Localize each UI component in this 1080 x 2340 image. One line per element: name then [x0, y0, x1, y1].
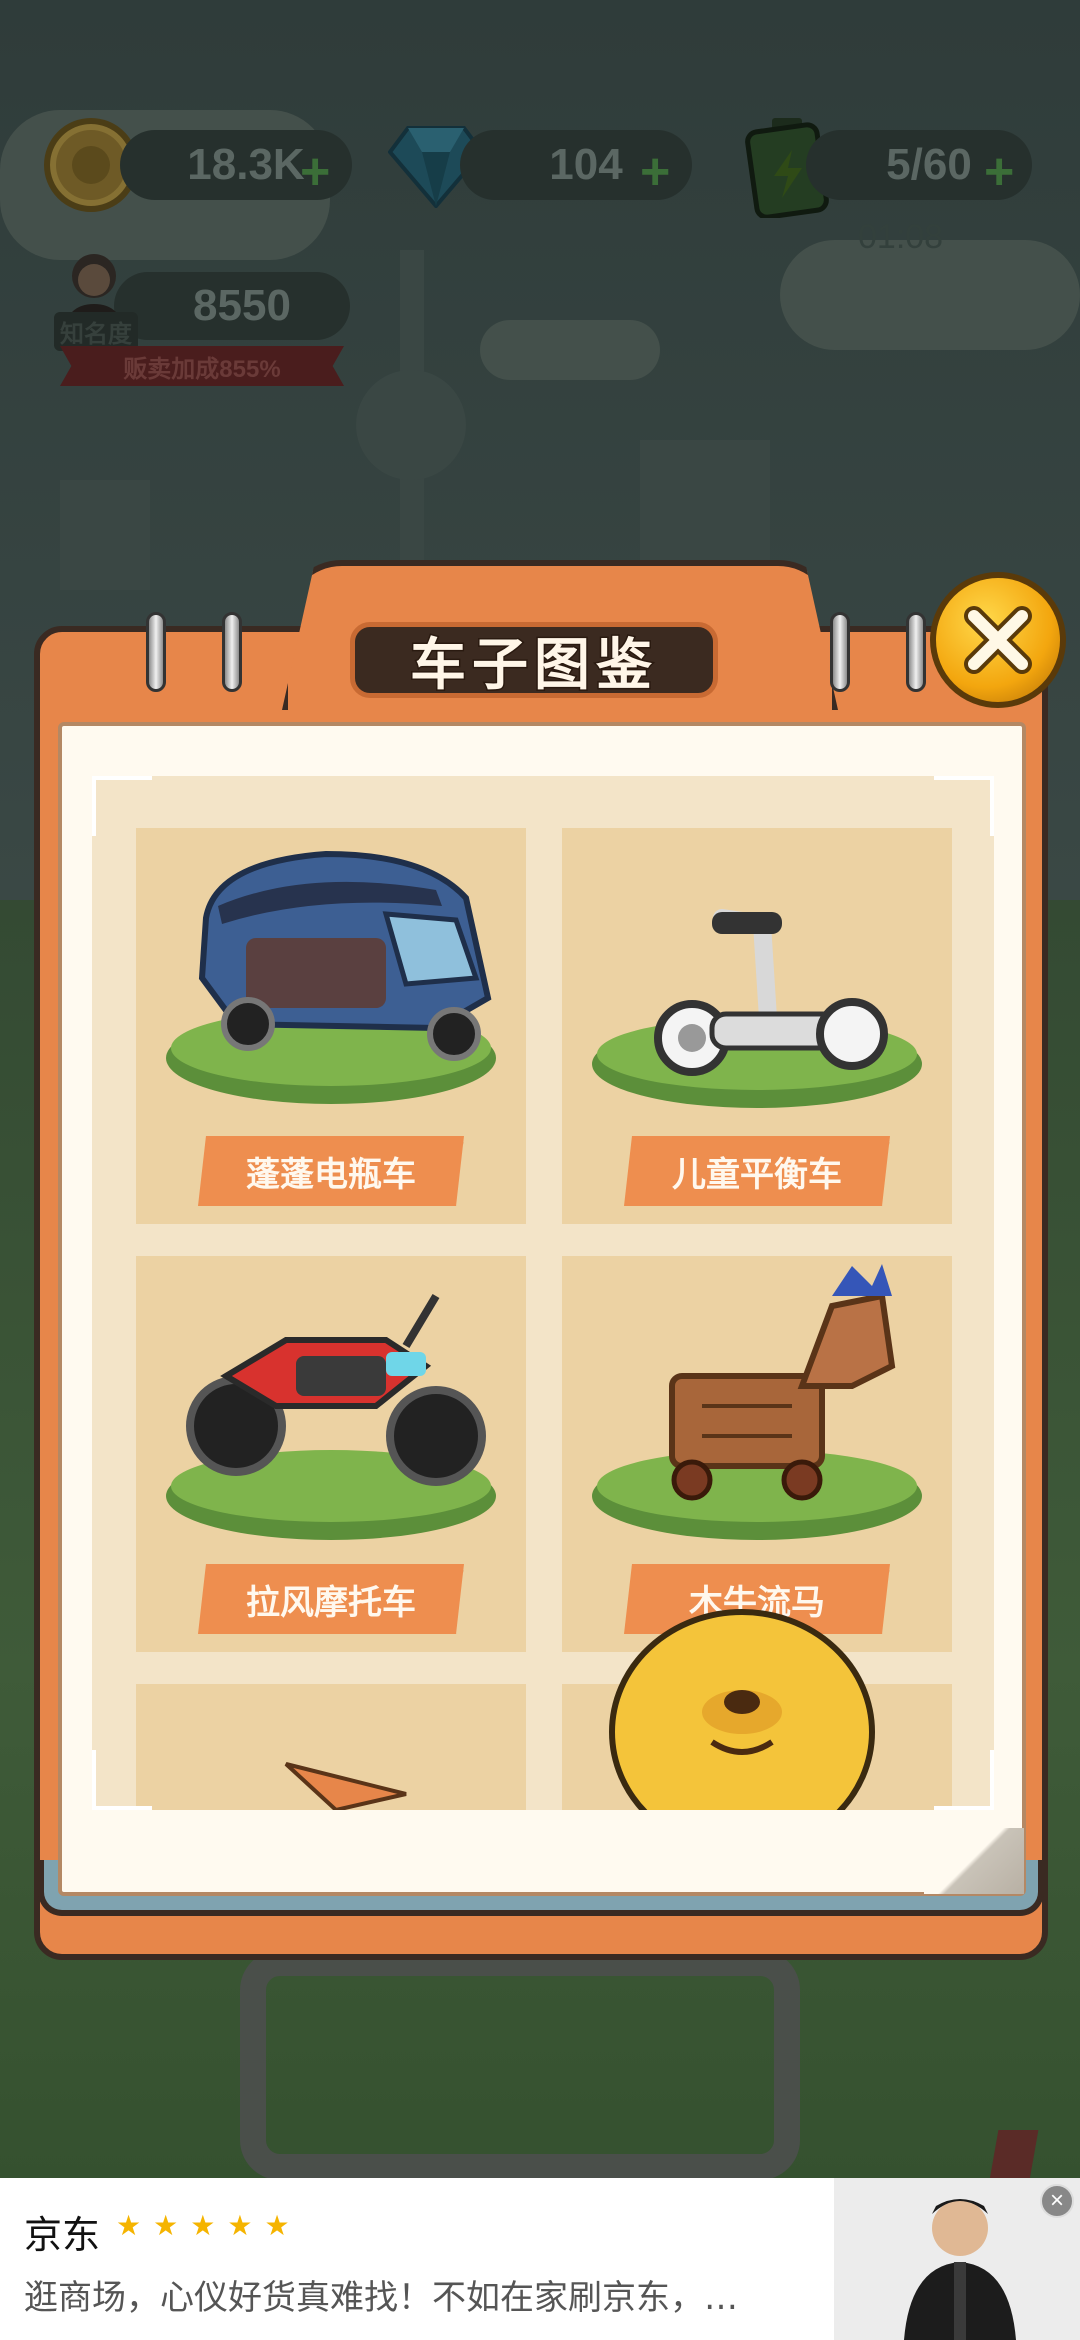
- modal-title: 车子图鉴: [409, 631, 658, 697]
- close-icon: ×: [1049, 2187, 1064, 2214]
- modal-title-plate: 车子图鉴: [350, 622, 718, 698]
- ad-banner[interactable]: 京东 ★ ★ ★ ★ ★ 逛商场，心仪好货真难找！不如在家刷京东，…: [0, 2178, 1080, 2340]
- frame-corner: [92, 1750, 152, 1810]
- vehicle-name: 拉风摩托车: [246, 1583, 416, 1622]
- background-tower-ball: [356, 370, 466, 480]
- star-icon: ★: [264, 2210, 290, 2241]
- vehicle-name-label: 拉风摩托车: [198, 1564, 464, 1634]
- star-icon: ★: [116, 2210, 142, 2241]
- vehicle-name: 蓬蓬电瓶车: [246, 1155, 416, 1194]
- paper-curl: [924, 1828, 1024, 1894]
- coins-value: 18.3K: [187, 140, 305, 189]
- sale-bonus-text: 贩卖加成855%: [123, 355, 281, 383]
- binder-ring: [222, 612, 242, 692]
- background-stone-path: [240, 1950, 800, 2180]
- add-gems-button[interactable]: +: [640, 146, 670, 198]
- bear-balloon-icon: [609, 1609, 875, 1810]
- energy-timer: 01:08: [858, 218, 944, 256]
- background-cloud: [480, 320, 660, 380]
- binder-ring: [146, 612, 166, 692]
- ad-brand: 京东: [24, 2213, 101, 2257]
- vehicle-partial-icon: [284, 1762, 407, 1810]
- segway-icon: [592, 909, 922, 1108]
- star-icon: ★: [153, 2210, 179, 2241]
- fame-label: 知名度: [54, 312, 138, 351]
- close-button[interactable]: [930, 572, 1066, 708]
- vehicle-card-segway[interactable]: 儿童平衡车: [562, 828, 952, 1224]
- fame-counter: 8550: [114, 272, 350, 340]
- tuk-tuk-icon: [166, 850, 496, 1104]
- vehicle-name-label: 蓬蓬电瓶车: [198, 1136, 464, 1206]
- fame-value: 8550: [193, 281, 291, 330]
- collection-grid[interactable]: 蓬蓬电瓶车 儿童平衡车 拉风摩托车 木牛流马: [92, 776, 994, 1810]
- sale-bonus-ribbon: 贩卖加成855%: [60, 346, 344, 386]
- vehicle-card-motorcycle[interactable]: 拉风摩托车: [136, 1256, 526, 1652]
- star-icon: ★: [227, 2210, 253, 2241]
- binder-ring: [906, 612, 926, 692]
- motorcycle-icon: [166, 1293, 496, 1540]
- vehicle-name: 儿童平衡车: [672, 1155, 842, 1194]
- close-x-icon: [964, 606, 1032, 674]
- gems-value: 104: [549, 140, 623, 189]
- ad-close-button[interactable]: ×: [1040, 2184, 1074, 2218]
- energy-value: 5/60: [886, 140, 972, 189]
- vehicle-card-tuk-tuk[interactable]: 蓬蓬电瓶车: [136, 828, 526, 1224]
- frame-corner: [934, 1750, 994, 1810]
- add-coins-button[interactable]: +: [300, 146, 330, 198]
- star-icon: ★: [190, 2210, 216, 2241]
- ad-description: 逛商场，心仪好货真难找！不如在家刷京东，…: [24, 2278, 738, 2318]
- wooden-horse-icon: [592, 1264, 922, 1540]
- vehicle-name-label: 儿童平衡车: [624, 1136, 890, 1206]
- add-energy-button[interactable]: +: [984, 146, 1014, 198]
- frame-corner: [92, 776, 152, 836]
- game-screen: 18.3K + 104 + 5/60 + 01:08 8550 知名度 贩卖加成…: [0, 0, 1080, 2340]
- vehicle-card-wooden-horse[interactable]: 木牛流马: [562, 1256, 952, 1652]
- ad-rating: ★ ★ ★ ★ ★: [116, 2212, 290, 2240]
- binder-ring: [830, 612, 850, 692]
- frame-corner: [934, 776, 994, 836]
- vehicle-card-partial[interactable]: [136, 1684, 526, 1810]
